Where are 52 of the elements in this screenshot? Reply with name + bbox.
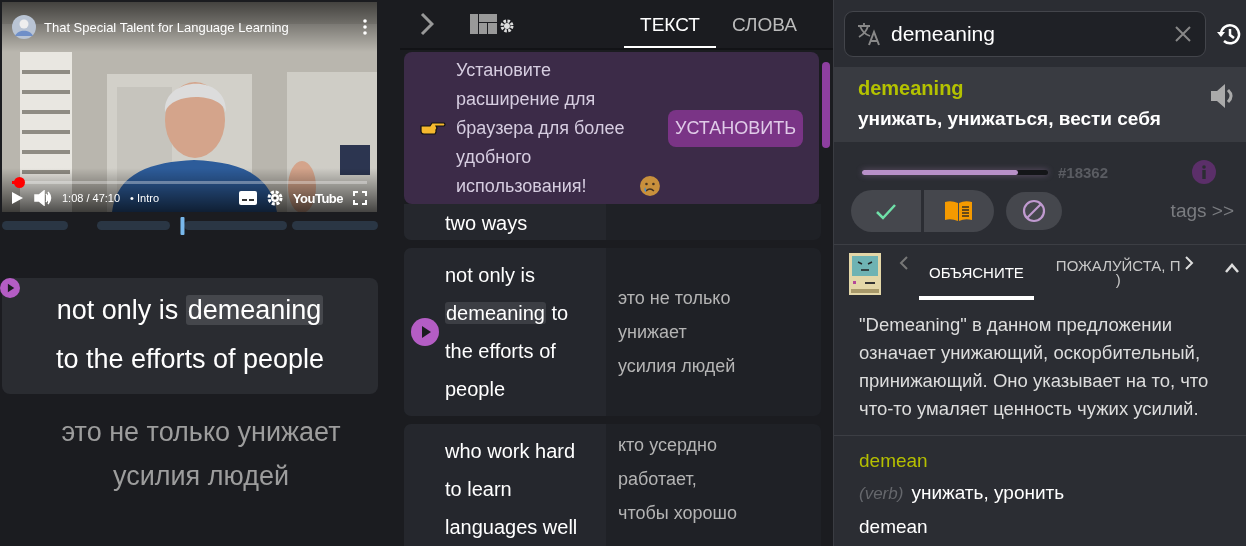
transcript-translation: кто усердно работает, чтобы хорошо: [618, 434, 738, 525]
player-logo: YouTube: [292, 190, 343, 206]
close-icon[interactable]: [1174, 25, 1192, 43]
crying-face-icon: [639, 174, 661, 197]
explanation-text: "Demeaning" в данном предложении означает унижающий, оскорбительный, принижающий. Оно указывает на то, что что-то умаляет ценность чужих усилий.: [858, 313, 1210, 421]
result-word: demeaning: [858, 77, 965, 100]
layout-settings-icon[interactable]: [470, 13, 516, 35]
part-of-speech: (verb): [859, 484, 904, 504]
transcript-row[interactable]: not only is demeaning to the efforts of people это не только унижает усилия людей: [404, 248, 821, 416]
banner-message: Установите расширение для браузера для более удобного использования!: [456, 58, 626, 198]
transcript-text: two ways: [445, 211, 529, 236]
video-title: That Special Talent for Language Learning: [44, 19, 290, 35]
play-button[interactable]: [410, 318, 439, 346]
form-translation: унижать, уронить: [911, 482, 1065, 504]
translate-icon: [856, 21, 882, 47]
view-tab[interactable]: ТЕКСТ: [624, 0, 716, 48]
subtitle-text: not only is demeaning to the efforts of people: [54, 294, 326, 376]
chapter-label[interactable]: • Intro: [130, 192, 160, 204]
transcript-row[interactable]: two ways: [404, 204, 821, 240]
scrollbar-thumb[interactable]: [822, 62, 830, 148]
view-tab[interactable]: СЛОВА: [715, 0, 813, 48]
more-icon[interactable]: [363, 19, 367, 35]
settings-icon[interactable]: [266, 190, 283, 206]
channel-avatar[interactable]: [12, 15, 36, 39]
transcript-text: who work hard to learn languages well: [445, 439, 579, 540]
search-field[interactable]: demeaning: [844, 11, 1206, 57]
transcript-text: not only is demeaning to the efforts of people: [445, 263, 570, 402]
play-icon[interactable]: [10, 191, 24, 205]
lemma-word: demean: [859, 516, 929, 538]
known-button[interactable]: [851, 190, 921, 232]
prompt-tab[interactable]: ПОЖАЛУЙСТА, П ): [1055, 253, 1181, 287]
chevron-right-icon[interactable]: [420, 12, 434, 36]
prompt-tab[interactable]: ОБЪЯСНИТЕ: [919, 253, 1034, 300]
transcript-row[interactable]: who work hard to learn languages well кто усердно работает, чтобы хорошо: [404, 424, 821, 546]
volume-icon[interactable]: [34, 190, 52, 206]
ban-icon: [1022, 199, 1046, 223]
subtitle-translation: это не только унижает усилия людей: [60, 416, 342, 493]
video-time: 1:08 / 47:10: [62, 192, 121, 204]
chevron-left-icon[interactable]: [899, 255, 909, 271]
install-button[interactable]: УСТАНОВИТЬ: [668, 109, 803, 147]
play-button[interactable]: [0, 278, 20, 298]
history-icon[interactable]: [1216, 22, 1242, 46]
learning-button[interactable]: [924, 190, 994, 232]
book-icon: [944, 199, 974, 223]
result-translation: унижать, унижаться, вести себя: [858, 108, 1161, 130]
assistant-avatar: [849, 253, 881, 295]
word-form: demean: [859, 450, 929, 472]
fullscreen-icon[interactable]: [353, 191, 367, 205]
transcript-translation: это не только унижает усилия людей: [618, 287, 737, 378]
pointing-hand-icon: [420, 120, 446, 136]
collapse-icon[interactable]: [1224, 263, 1240, 273]
ignore-button[interactable]: [1006, 192, 1062, 230]
